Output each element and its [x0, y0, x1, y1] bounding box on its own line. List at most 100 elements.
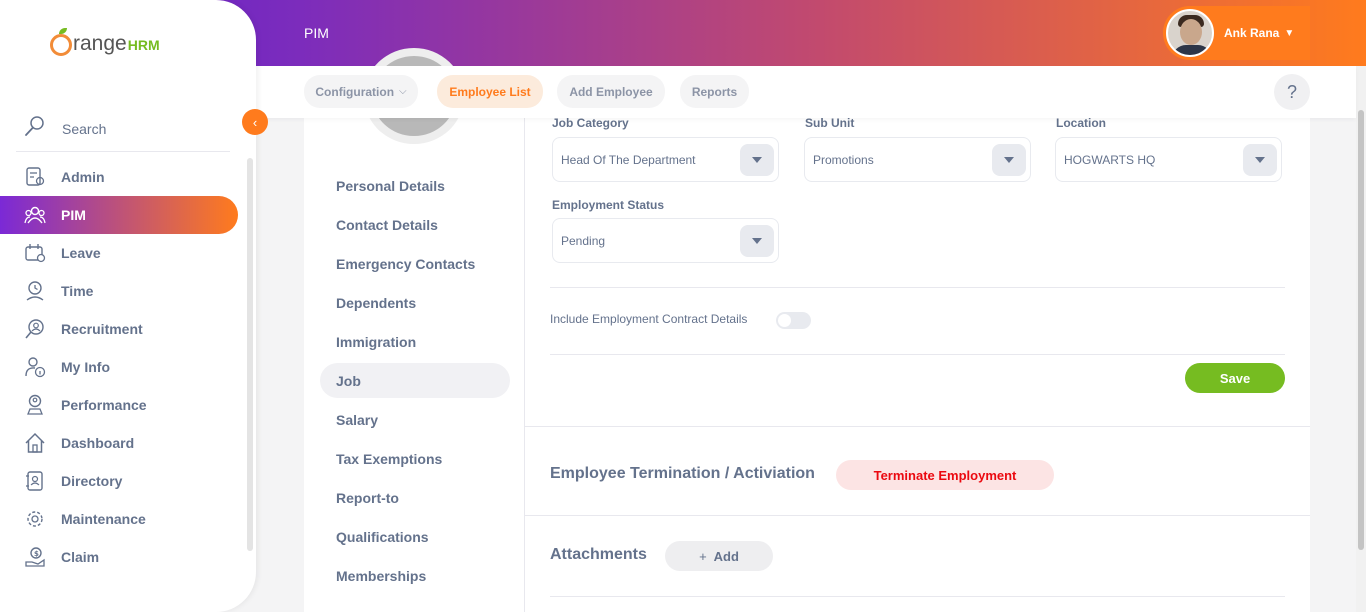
employee-details-card: Personal Details Contact Details Emergen…	[304, 48, 1310, 612]
sidebar-item-claim[interactable]: $ Claim	[0, 538, 238, 576]
search-icon	[24, 115, 46, 142]
my-info-icon	[24, 356, 46, 378]
section-divider	[550, 596, 1285, 597]
attachments-section-title: Attachments	[550, 546, 647, 563]
dashboard-icon	[24, 432, 46, 454]
dropdown-arrow-icon[interactable]	[740, 144, 774, 176]
tab-report-to[interactable]: Report-to	[320, 478, 510, 517]
chevron-down-icon: ⌵	[399, 86, 407, 97]
sidebar-item-label: Recruitment	[61, 321, 143, 337]
tab-memberships[interactable]: Memberships	[320, 556, 510, 595]
employee-tabs-nav: Personal Details Contact Details Emergen…	[320, 166, 510, 595]
leave-icon	[24, 242, 46, 264]
vertical-divider	[524, 118, 525, 612]
sidebar-item-time[interactable]: Time	[0, 272, 238, 310]
orangehrm-logo[interactable]: range HRM	[50, 28, 160, 56]
time-icon	[24, 280, 46, 302]
orange-logo-icon	[50, 28, 72, 56]
employment-status-value: Pending	[561, 233, 606, 248]
tab-configuration[interactable]: Configuration ⌵	[304, 75, 418, 108]
tab-personal-details[interactable]: Personal Details	[320, 166, 510, 205]
employment-status-select[interactable]: Pending	[552, 218, 779, 263]
sidebar-item-label: Directory	[61, 473, 123, 489]
sidebar-item-label: Performance	[61, 397, 147, 413]
sidebar-item-directory[interactable]: Directory	[0, 462, 238, 500]
contract-details-label: Include Employment Contract Details	[550, 312, 748, 326]
section-divider	[525, 515, 1310, 516]
sidebar-item-label: My Info	[61, 359, 110, 375]
pim-icon	[24, 204, 46, 226]
tab-tax-exemptions[interactable]: Tax Exemptions	[320, 439, 510, 478]
tab-immigration[interactable]: Immigration	[320, 322, 510, 361]
performance-icon	[24, 394, 46, 416]
page-scrollbar[interactable]	[1356, 66, 1366, 612]
tab-employee-list[interactable]: Employee List	[437, 75, 543, 108]
sidebar-item-performance[interactable]: Performance	[0, 386, 238, 424]
plus-icon: +	[699, 548, 707, 564]
recruitment-icon	[24, 318, 46, 340]
sidebar-search[interactable]: Search	[16, 106, 230, 152]
dropdown-arrow-icon[interactable]	[1243, 144, 1277, 176]
terminate-employment-button[interactable]: Terminate Employment	[836, 460, 1054, 490]
add-button-label: Add	[713, 548, 739, 564]
dropdown-arrow-icon[interactable]	[992, 144, 1026, 176]
claim-icon: $	[24, 546, 46, 568]
search-label: Search	[62, 120, 107, 137]
tab-salary[interactable]: Salary	[320, 400, 510, 439]
termination-section-title: Employee Termination / Activiation	[550, 465, 815, 482]
user-name: Ank Rana	[1224, 26, 1280, 40]
sidebar-item-leave[interactable]: Leave	[0, 234, 238, 272]
location-label: Location	[1056, 116, 1106, 130]
tab-contact-details[interactable]: Contact Details	[320, 205, 510, 244]
user-dropdown[interactable]: Ank Rana ▼	[1163, 6, 1310, 60]
sidebar-item-label: Time	[61, 283, 94, 299]
tab-add-employee[interactable]: Add Employee	[557, 75, 665, 108]
form-divider	[550, 354, 1285, 355]
sub-unit-select[interactable]: Promotions	[804, 137, 1031, 182]
tab-dependents[interactable]: Dependents	[320, 283, 510, 322]
chevron-left-icon: ‹	[252, 114, 258, 130]
sidebar-item-admin[interactable]: Admin	[0, 158, 238, 196]
sidebar-item-label: PIM	[61, 207, 86, 223]
sub-unit-label: Sub Unit	[805, 116, 855, 130]
admin-icon	[24, 166, 46, 188]
tab-qualifications[interactable]: Qualifications	[320, 517, 510, 556]
add-attachment-button[interactable]: + Add	[665, 541, 773, 571]
sidebar-item-recruitment[interactable]: Recruitment	[0, 310, 238, 348]
help-icon: ?	[1286, 81, 1297, 102]
form-divider	[550, 287, 1285, 288]
collapse-sidebar-button[interactable]: ‹	[242, 109, 268, 135]
main-menu: Admin PIM Leave Time Recruitment My Info…	[0, 158, 256, 576]
caret-down-icon: ▼	[1284, 27, 1295, 39]
top-nav: Configuration ⌵ Employee List Add Employ…	[256, 66, 1356, 118]
sub-unit-value: Promotions	[813, 152, 874, 167]
job-category-value: Head Of The Department	[561, 152, 696, 167]
directory-icon	[24, 470, 46, 492]
location-value: HOGWARTS HQ	[1064, 152, 1156, 167]
avatar	[1166, 9, 1214, 57]
dropdown-arrow-icon[interactable]	[740, 225, 774, 257]
scrollbar-thumb[interactable]	[1358, 110, 1364, 550]
sidebar-item-label: Dashboard	[61, 435, 135, 451]
sidebar-item-pim[interactable]: PIM	[0, 196, 238, 234]
section-divider	[525, 426, 1310, 427]
contract-details-toggle[interactable]	[776, 312, 811, 329]
maintenance-icon	[24, 508, 46, 530]
tab-emergency-contacts[interactable]: Emergency Contacts	[320, 244, 510, 283]
sidebar-item-maintenance[interactable]: Maintenance	[0, 500, 238, 538]
location-select[interactable]: HOGWARTS HQ	[1055, 137, 1282, 182]
help-button[interactable]: ?	[1274, 74, 1310, 110]
tab-reports[interactable]: Reports	[680, 75, 749, 108]
job-category-label: Job Category	[552, 116, 629, 130]
svg-text:$: $	[34, 550, 39, 558]
save-button[interactable]: Save	[1185, 363, 1285, 393]
job-category-select[interactable]: Head Of The Department	[552, 137, 779, 182]
tab-job[interactable]: Job	[320, 363, 510, 398]
sidebar-item-dashboard[interactable]: Dashboard	[0, 424, 238, 462]
sidebar-item-my-info[interactable]: My Info	[0, 348, 238, 386]
sidebar-item-label: Claim	[61, 549, 100, 565]
sidebar: range HRM Search Admin PIM Leave Time Re…	[0, 0, 256, 612]
sidebar-item-label: Admin	[61, 169, 105, 185]
module-title: PIM	[304, 25, 329, 41]
sidebar-item-label: Leave	[61, 245, 101, 261]
